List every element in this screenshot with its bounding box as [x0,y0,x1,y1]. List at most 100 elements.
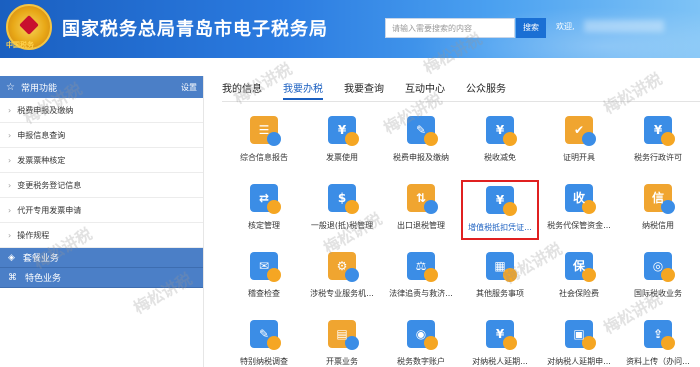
service-tile[interactable]: ⇪ 资料上传（办问... [619,316,697,367]
export-refund-icon: ⇅ [401,180,441,216]
service-tile[interactable]: ▤ 开票业务 [303,316,381,367]
sidebar-item[interactable]: › 操作规程 [0,223,203,248]
service-tile[interactable]: ✎ 税费申报及缴纳 [382,112,460,172]
service-tile[interactable]: ▣ 对纳税人延期申... [540,316,618,367]
frequent-functions-header: ☆ 常用功能 设置 [0,76,203,98]
sidebar-item-label: 发票票种核定 [17,155,66,165]
tax-credit-icon: 信 [638,180,678,216]
tile-label: 税务代保管资金... [547,221,611,230]
sidebar-item[interactable]: › 变更税务登记信息 [0,173,203,198]
service-tile[interactable]: ◎ 国际税收业务 [619,248,697,308]
chevron-right-icon: › [8,105,12,115]
service-tile[interactable]: ✎ 特别纳税调查 [225,316,303,367]
username-redacted [584,20,664,32]
search-input[interactable]: 请输入需要搜索的内容 [385,18,515,38]
layers-icon: ◈ [8,252,15,263]
service-tile[interactable]: ▦ 其他服务事项 [461,248,539,308]
watermark: 梅松讲税 [600,69,666,118]
sidebar-item[interactable]: › 发票票种核定 [0,148,203,173]
service-tile[interactable]: ¥ 增值税抵扣凭证... [461,180,539,240]
legal-icon: ⚖ [401,248,441,284]
service-tile[interactable]: 保社会保险费 [540,248,618,308]
tab[interactable]: 我要办税 [283,80,323,100]
tile-label: 税收减免 [484,153,516,162]
sidebar-item-label: 申报信息查询 [17,130,66,140]
service-tile[interactable]: ✉ 稽查检查 [225,248,303,308]
intl-tax-icon: ◎ [638,248,678,284]
tile-label: 证明开具 [563,153,595,162]
sidebar-item-label: 操作规程 [17,230,50,240]
deferral-icon: ¥ [480,316,520,352]
sidebar-item[interactable]: › 代开专用发票申请 [0,198,203,223]
tab[interactable]: 公众服务 [466,80,506,100]
service-tile[interactable]: ⇅ 出口退税管理 [382,180,460,240]
custody-fund-icon: 收 [559,180,599,216]
tile-label: 增值税抵扣凭证... [468,223,532,232]
settings-link[interactable]: 设置 [181,82,197,93]
emblem-caption: 中国税务 [6,41,34,49]
tile-label: 资料上传（办问... [626,357,690,366]
chevron-right-icon: › [8,155,12,165]
tile-label: 税务数字账户 [397,357,445,366]
service-tile[interactable]: ¥ 对纳税人延期... [461,316,539,367]
certificate-icon: ✔ [559,112,599,148]
sidebar-item-label: 变更税务登记信息 [17,180,82,190]
other-service-icon: ▦ [480,248,520,284]
special-tax-icon: ✎ [244,316,284,352]
section-label: 特色业务 [25,274,62,284]
inspection-icon: ✉ [244,248,284,284]
tab[interactable]: 我的信息 [222,80,262,100]
service-tile[interactable]: ◉ 税务数字账户 [382,316,460,367]
sidebar-item[interactable]: › 税费申报及缴纳 [0,98,203,123]
tile-label: 综合信息报告 [240,153,288,162]
tile-label: 核定管理 [248,221,280,230]
tile-label: 发票使用 [326,153,358,162]
star-icon: ☆ [6,81,15,93]
chevron-right-icon: › [8,130,12,140]
service-tile[interactable]: ¥ 税收减免 [461,112,539,172]
service-tile[interactable]: ¥ 发票使用 [303,112,381,172]
digital-account-icon: ◉ [401,316,441,352]
service-tile[interactable]: ⚖ 法律追责与救济... [382,248,460,308]
admin-permit-icon: ¥ [638,112,678,148]
sidebar-title: 常用功能 [20,83,57,94]
sidebar-item[interactable]: › 申报信息查询 [0,123,203,148]
tile-label: 其他服务事项 [476,289,524,298]
service-tile[interactable]: ⇄ 核定管理 [225,180,303,240]
tile-label: 法律追责与救济... [389,289,453,298]
service-tile[interactable]: 收税务代保管资金... [540,180,618,240]
tile-label: 对纳税人延期... [472,357,528,366]
chevron-right-icon: › [8,180,12,190]
issue-invoice-icon: ▤ [322,316,362,352]
refund-icon: $ [322,180,362,216]
tile-label: 涉税专业服务机... [310,289,374,298]
sidebar-item-label: 代开专用发票申请 [17,205,82,215]
chevron-right-icon: › [8,205,12,215]
social-insurance-icon: 保 [559,248,599,284]
tile-label: 对纳税人延期申... [547,357,611,366]
tab[interactable]: 我要查询 [344,80,384,100]
search-button[interactable]: 搜索 [516,18,546,38]
service-tile[interactable]: ¥ 税务行政许可 [619,112,697,172]
tile-label: 出口退税管理 [397,221,445,230]
invoice-icon: ¥ [322,112,362,148]
tile-label: 税务行政许可 [634,153,682,162]
tile-label: 纳税信用 [642,221,674,230]
upload-icon: ⇪ [638,316,678,352]
vat-deduction-icon: ¥ [480,182,520,218]
sidebar-section-package[interactable]: ◈ 套餐业务 [0,248,203,268]
service-tile[interactable]: $ 一般退(抵)税管理 [303,180,381,240]
top-banner: 中国税务 国家税务总局青岛市电子税务局 请输入需要搜索的内容 搜索 欢迎, [0,0,700,58]
service-tile[interactable]: ☰ 综合信息报告 [225,112,303,172]
tax-relief-icon: ¥ [480,112,520,148]
tile-label: 特别纳税调查 [240,357,288,366]
service-tile[interactable]: 信纳税信用 [619,180,697,240]
tax-declare-icon: ✎ [401,112,441,148]
sidebar-item-label: 税费申报及缴纳 [17,105,74,115]
deferral-apply-icon: ▣ [559,316,599,352]
assessment-icon: ⇄ [244,180,284,216]
sidebar-section-special[interactable]: ⌘ 特色业务 [0,268,203,288]
service-tile[interactable]: ⚙ 涉税专业服务机... [303,248,381,308]
tab[interactable]: 互动中心 [405,80,445,100]
service-tile[interactable]: ✔ 证明开具 [540,112,618,172]
